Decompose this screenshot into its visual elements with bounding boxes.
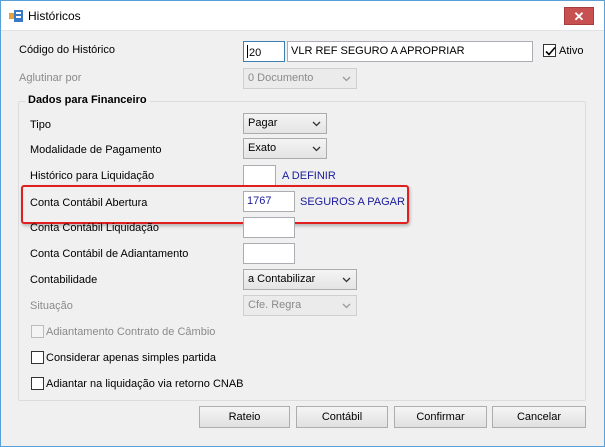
tipo-value: Pagar: [248, 117, 278, 129]
adiantar-cnab-checkbox[interactable]: [31, 377, 44, 390]
contabil-button[interactable]: Contábil: [296, 406, 388, 428]
app-icon: [9, 10, 23, 22]
adiantar-cnab-label: Adiantar na liquidação via retorno CNAB: [46, 378, 244, 390]
window-title: Históricos: [28, 9, 81, 23]
close-button[interactable]: ✕: [564, 7, 594, 25]
adiantamento-cambio-label: Adiantamento Contrato de Câmbio: [46, 326, 216, 338]
confirmar-button[interactable]: Confirmar: [394, 406, 487, 428]
cancelar-button[interactable]: Cancelar: [492, 406, 586, 428]
codigo-value: 20: [249, 47, 262, 59]
conta-abertura-description: SEGUROS A PAGAR: [300, 196, 405, 208]
conta-abertura-input[interactable]: 1767: [243, 191, 295, 212]
chevron-down-icon: [342, 76, 351, 82]
chevron-down-icon: [312, 121, 321, 127]
situacao-select[interactable]: Cfe. Regra: [243, 295, 357, 316]
close-icon: ✕: [573, 9, 585, 24]
ativo-label: Ativo: [559, 45, 584, 57]
conta-liquidacao-label: Conta Contábil Liquidação: [30, 222, 160, 234]
conta-adiantamento-label: Conta Contábil de Adiantamento: [30, 248, 189, 260]
tipo-label: Tipo: [30, 119, 51, 131]
hist-liquidacao-input[interactable]: [243, 165, 276, 186]
codigo-description-field[interactable]: VLR REF SEGURO A APROPRIAR: [287, 41, 533, 62]
tipo-select[interactable]: Pagar: [243, 113, 327, 134]
conta-adiantamento-input[interactable]: [243, 243, 295, 264]
chevron-down-icon: [312, 146, 321, 152]
contabilidade-select[interactable]: a Contabilizar: [243, 269, 357, 290]
modalidade-select[interactable]: Exato: [243, 138, 327, 159]
ativo-checkbox[interactable]: [543, 44, 556, 57]
situacao-label: Situação: [30, 300, 73, 312]
modalidade-label: Modalidade de Pagamento: [30, 144, 162, 156]
adiantamento-cambio-checkbox[interactable]: [31, 325, 44, 338]
simples-partida-label: Considerar apenas simples partida: [46, 352, 216, 364]
title-bar[interactable]: Históricos ✕: [1, 1, 604, 31]
conta-abertura-label: Conta Contábil Abertura: [30, 197, 148, 209]
contabilidade-label: Contabilidade: [30, 274, 98, 286]
hist-liquidacao-description: A DEFINIR: [282, 170, 336, 182]
contabilidade-value: a Contabilizar: [248, 273, 316, 285]
aglutinar-label: Aglutinar por: [19, 72, 82, 84]
historicos-dialog: Históricos ✕ Código do Histórico 20 VLR …: [0, 0, 605, 447]
checkmark-icon: [545, 46, 556, 56]
situacao-value: Cfe. Regra: [248, 299, 302, 311]
simples-partida-checkbox[interactable]: [31, 351, 44, 364]
chevron-down-icon: [342, 303, 351, 309]
conta-liquidacao-input[interactable]: [243, 217, 295, 238]
hist-liquidacao-label: Histórico para Liquidação: [30, 170, 155, 182]
rateio-button[interactable]: Rateio: [199, 406, 290, 428]
chevron-down-icon: [342, 277, 351, 283]
conta-abertura-value: 1767: [247, 195, 272, 207]
aglutinar-select[interactable]: 0 Documento: [243, 68, 357, 89]
modalidade-value: Exato: [248, 142, 277, 154]
aglutinar-value: 0 Documento: [248, 72, 314, 84]
codigo-description: VLR REF SEGURO A APROPRIAR: [291, 45, 465, 57]
financeiro-title: Dados para Financeiro: [25, 94, 150, 106]
codigo-input[interactable]: 20: [243, 41, 285, 62]
text-caret: [247, 45, 248, 58]
codigo-label: Código do Histórico: [19, 44, 115, 56]
